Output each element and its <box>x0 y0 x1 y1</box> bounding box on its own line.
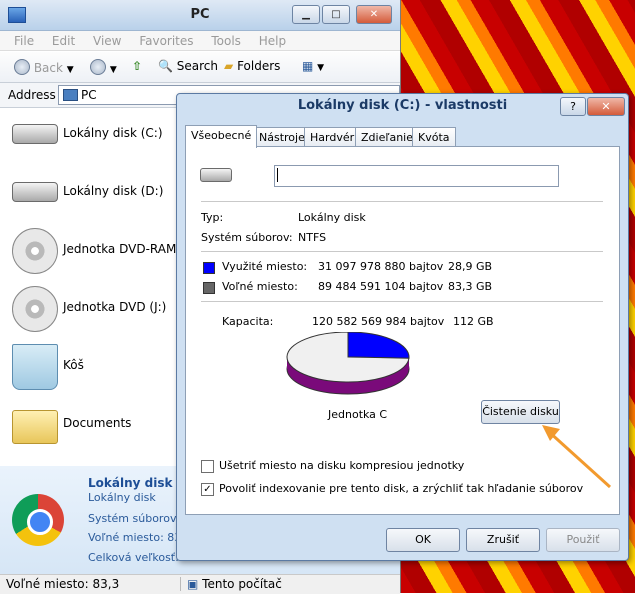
list-item[interactable]: Jednotka DVD (J:) <box>0 284 180 334</box>
forward-button[interactable]: ▼ <box>90 59 117 75</box>
dvd-ram-drive-icon <box>12 228 58 274</box>
drive-label: Jednotka C <box>328 408 388 421</box>
divider <box>201 251 603 252</box>
search-label: Search <box>176 59 219 73</box>
free-label: Voľné miesto: <box>222 280 298 293</box>
disk-usage-pie <box>286 332 410 395</box>
status-computer-label: Tento počítač <box>202 577 282 591</box>
chevron-down-icon: ▼ <box>66 65 74 75</box>
used-gb: 28,9 GB <box>448 260 493 273</box>
menu-view[interactable]: View <box>93 34 121 48</box>
tab-general[interactable]: Všeobecné <box>185 125 258 148</box>
filesystem-label: Systém súborov: <box>201 231 293 244</box>
menu-bar: File Edit View Favorites Tools Help <box>0 31 400 80</box>
capacity-label: Kapacita: <box>222 315 274 328</box>
dialog-titlebar[interactable]: Lokálny disk (C:) - vlastnosti ? ✕ <box>177 94 628 118</box>
folders-button[interactable]: ▰ Folders <box>224 59 280 73</box>
list-item[interactable]: Lokálny disk (D:) <box>0 168 180 218</box>
capacity-gb: 112 GB <box>453 315 494 328</box>
address-label: Address <box>8 88 56 102</box>
compress-label: Ušetriť miesto na disku kompresiou jedno… <box>219 459 465 472</box>
volume-name-input[interactable] <box>274 165 559 187</box>
item-label: Lokálny disk (C:) <box>63 126 163 140</box>
folders-icon: ▰ <box>224 59 234 73</box>
folder-icon <box>12 410 58 444</box>
hard-drive-icon <box>12 182 58 202</box>
back-label: Back <box>33 61 63 75</box>
menu-favorites[interactable]: Favorites <box>139 34 193 48</box>
menu-help[interactable]: Help <box>259 34 286 48</box>
text-cursor <box>277 168 278 182</box>
pie-slice-used <box>347 332 410 359</box>
free-bytes: 89 484 591 104 bajtov <box>318 280 444 293</box>
pie-top <box>286 332 410 383</box>
hard-drive-icon <box>12 124 58 144</box>
views-icon: ▦ <box>302 59 314 73</box>
tab-sharing[interactable]: Zdieľanie <box>355 127 420 147</box>
divider <box>201 201 603 202</box>
type-label: Typ: <box>201 211 224 224</box>
item-label: Kôš <box>63 358 84 372</box>
index-label: Povoliť indexovanie pre tento disk, a zr… <box>219 482 584 495</box>
divider <box>201 301 603 302</box>
menu-tools[interactable]: Tools <box>211 34 241 48</box>
menu-edit[interactable]: Edit <box>52 34 75 48</box>
back-arrow-icon <box>14 59 30 75</box>
minimize-button[interactable]: ▁ <box>292 5 320 24</box>
list-item[interactable]: Documents <box>0 400 180 450</box>
explorer-titlebar[interactable]: PC ▁ □ ✕ <box>0 0 400 31</box>
close-button[interactable]: ✕ <box>356 5 392 24</box>
status-bar: Voľné miesto: 83,3 ▣ Tento počítač <box>0 574 400 594</box>
ok-button[interactable]: OK <box>386 528 460 552</box>
cancel-button[interactable]: Zrušiť <box>466 528 540 552</box>
menu-file[interactable]: File <box>14 34 34 48</box>
toolbar: Back ▼ ▼ ⇧ 🔍 Search ▰ Folders ▦ ▼ <box>0 52 400 83</box>
item-label: Jednotka DVD (J:) <box>63 300 167 314</box>
used-bytes: 31 097 978 880 bajtov <box>318 260 444 273</box>
annotation-arrow <box>542 425 612 489</box>
chevron-down-icon: ▼ <box>317 63 325 73</box>
back-button[interactable]: Back ▼ <box>14 59 74 75</box>
index-checkbox[interactable]: ✓ <box>201 483 214 496</box>
compress-checkbox[interactable] <box>201 460 214 473</box>
used-label: Využité miesto: <box>222 260 308 273</box>
search-icon: 🔍 <box>158 59 173 73</box>
tab-quota[interactable]: Kvóta <box>412 127 456 147</box>
list-item[interactable]: Kôš <box>0 342 180 392</box>
free-gb: 83,3 GB <box>448 280 493 293</box>
views-button[interactable]: ▦ ▼ <box>302 59 324 73</box>
item-label: Jednotka DVD-RAM ( <box>63 242 185 256</box>
type-value: Lokálny disk <box>298 211 366 224</box>
address-value: PC <box>81 88 97 102</box>
apply-button[interactable]: Použiť <box>546 528 620 552</box>
chrome-icon <box>12 494 64 546</box>
item-label: Documents <box>63 416 132 430</box>
dialog-close-button[interactable]: ✕ <box>587 97 625 116</box>
computer-icon <box>63 89 78 101</box>
used-space-swatch <box>203 262 215 274</box>
arrow-shaft <box>546 429 612 489</box>
hard-drive-icon <box>200 168 232 182</box>
recycle-bin-icon <box>12 344 58 390</box>
tab-tools[interactable]: Nástroje <box>253 127 311 147</box>
folders-label: Folders <box>237 59 281 73</box>
status-computer: ▣ Tento počítač <box>180 577 282 591</box>
list-item[interactable]: Jednotka DVD-RAM ( <box>0 226 185 276</box>
up-folder-icon[interactable]: ⇧ <box>132 59 142 73</box>
details-type: Lokálny disk <box>88 491 156 504</box>
maximize-button[interactable]: □ <box>322 5 350 24</box>
capacity-bytes: 120 582 569 984 bajtov <box>312 315 445 328</box>
free-space-swatch <box>203 282 215 294</box>
list-item[interactable]: Lokálny disk (C:) <box>0 110 180 160</box>
forward-arrow-icon <box>90 59 106 75</box>
filesystem-value: NTFS <box>298 231 327 244</box>
tab-hardware[interactable]: Hardvér <box>304 127 361 147</box>
status-free: Voľné miesto: 83,3 <box>6 577 120 591</box>
chevron-down-icon: ▼ <box>109 65 117 75</box>
computer-icon: ▣ <box>187 577 199 591</box>
dvd-drive-icon <box>12 286 58 332</box>
item-label: Lokálny disk (D:) <box>63 184 164 198</box>
help-button[interactable]: ? <box>560 97 586 116</box>
search-button[interactable]: 🔍 Search <box>158 59 218 73</box>
